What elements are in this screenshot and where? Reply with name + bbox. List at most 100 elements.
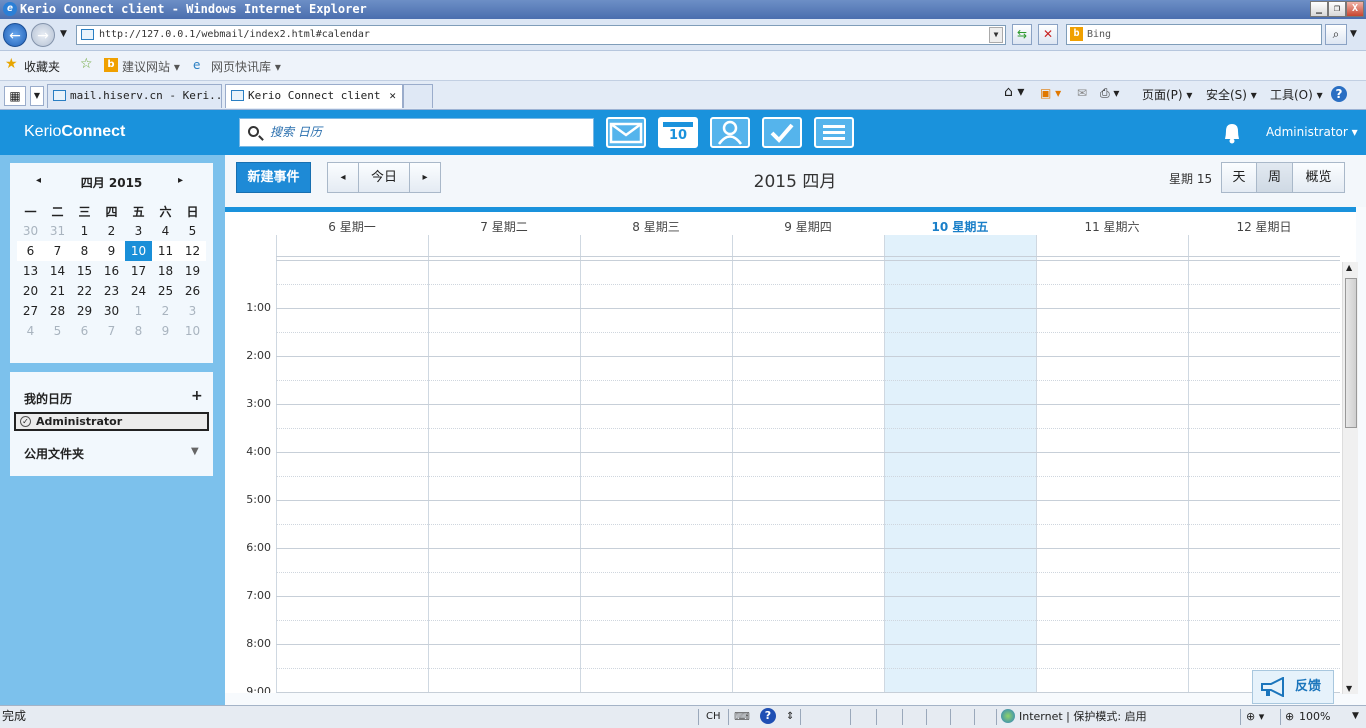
mini-calendar-day[interactable]: 2 bbox=[98, 221, 125, 241]
mini-calendar-day[interactable]: 27 bbox=[17, 301, 44, 321]
notifications-bell-icon[interactable] bbox=[1221, 121, 1243, 145]
day-column[interactable] bbox=[732, 235, 884, 693]
search-input[interactable]: b Bing bbox=[1066, 24, 1322, 45]
mini-calendar-day[interactable]: 21 bbox=[44, 281, 71, 301]
back-button[interactable]: ← bbox=[3, 23, 27, 47]
mini-calendar-day[interactable]: 1 bbox=[125, 301, 152, 321]
today-button[interactable]: 今日 bbox=[358, 162, 410, 193]
print-icon[interactable]: ⎙ ▾ bbox=[1100, 86, 1119, 101]
mini-calendar-day[interactable]: 31 bbox=[44, 221, 71, 241]
scroll-down-icon[interactable]: ▼ bbox=[1346, 684, 1352, 693]
mini-calendar-day[interactable]: 26 bbox=[179, 281, 206, 301]
keyboard-icon[interactable]: ⌨ bbox=[734, 706, 750, 727]
calendar-app-button[interactable]: 10 bbox=[658, 117, 698, 148]
next-period-button[interactable]: ▸ bbox=[409, 162, 441, 193]
mini-calendar-day[interactable]: 17 bbox=[125, 261, 152, 281]
mini-calendar-day[interactable]: 7 bbox=[44, 241, 71, 261]
stop-icon[interactable]: ✕ bbox=[1038, 24, 1058, 45]
mini-calendar-day[interactable]: 15 bbox=[71, 261, 98, 281]
feedback-button[interactable]: 反馈 bbox=[1252, 670, 1334, 704]
day-column[interactable] bbox=[1036, 235, 1188, 693]
scroll-up-icon[interactable]: ▲ bbox=[1346, 263, 1352, 272]
tab-kerio[interactable]: Kerio Connect client ✕ bbox=[225, 84, 403, 108]
web-slice-link[interactable]: 网页快讯库 ▾ bbox=[211, 58, 281, 75]
mini-calendar-day[interactable]: 16 bbox=[98, 261, 125, 281]
mini-calendar-day[interactable]: 22 bbox=[71, 281, 98, 301]
zoom-icon[interactable]: ⊕ bbox=[1285, 706, 1294, 727]
language-indicator[interactable]: CH bbox=[706, 706, 721, 727]
zoom-dropdown-icon[interactable]: ▼ bbox=[1352, 706, 1359, 727]
add-favorite-icon[interactable]: ☆ bbox=[80, 56, 93, 72]
forward-button[interactable]: → bbox=[31, 23, 55, 47]
mini-calendar-day[interactable]: 10 bbox=[179, 321, 206, 341]
mini-calendar-day[interactable]: 30 bbox=[98, 301, 125, 321]
mini-calendar-day[interactable]: 20 bbox=[17, 281, 44, 301]
day-header[interactable]: 12 星期日 bbox=[1188, 218, 1340, 235]
notes-app-button[interactable] bbox=[814, 117, 854, 148]
view-day-button[interactable]: 天 bbox=[1221, 162, 1257, 193]
day-column[interactable] bbox=[276, 235, 428, 693]
mail-app-button[interactable] bbox=[606, 117, 646, 148]
mini-calendar-day[interactable]: 12 bbox=[179, 241, 206, 261]
address-dropdown-icon[interactable]: ▼ bbox=[989, 27, 1003, 43]
mini-calendar-day[interactable]: 9 bbox=[98, 241, 125, 261]
mini-next-month-icon[interactable]: ▸ bbox=[178, 175, 183, 186]
mini-calendar-day[interactable]: 13 bbox=[17, 261, 44, 281]
mini-calendar-day[interactable]: 8 bbox=[71, 241, 98, 261]
day-column[interactable] bbox=[1188, 235, 1340, 693]
restore-button[interactable]: ❐ bbox=[1328, 1, 1346, 17]
day-header[interactable]: 11 星期六 bbox=[1036, 218, 1188, 235]
day-header[interactable]: 8 星期三 bbox=[580, 218, 732, 235]
day-column[interactable] bbox=[884, 235, 1036, 693]
day-header[interactable]: 7 星期二 bbox=[428, 218, 580, 235]
safety-menu[interactable]: 安全(S) ▾ bbox=[1206, 86, 1257, 103]
day-header[interactable]: 10 星期五 bbox=[884, 218, 1036, 235]
mini-calendar-day[interactable]: 4 bbox=[17, 321, 44, 341]
mini-calendar-day[interactable]: 3 bbox=[179, 301, 206, 321]
calendar-search-input[interactable]: 搜索 日历 bbox=[239, 118, 594, 147]
mini-calendar-day[interactable]: 11 bbox=[152, 241, 179, 261]
history-dropdown-icon[interactable]: ▼ bbox=[60, 29, 67, 39]
mini-calendar-day[interactable]: 8 bbox=[125, 321, 152, 341]
security-icon[interactable]: ⊕ ▾ bbox=[1246, 706, 1264, 727]
close-tab-icon[interactable]: ✕ bbox=[389, 85, 396, 107]
quick-tabs-icon[interactable]: ▦ bbox=[4, 86, 26, 106]
mini-calendar-day[interactable]: 6 bbox=[71, 321, 98, 341]
refresh-icon[interactable]: ⇆ bbox=[1012, 24, 1032, 45]
suggested-sites-link[interactable]: 建议网站 ▾ bbox=[122, 58, 180, 75]
help-icon[interactable]: ? bbox=[1331, 86, 1347, 102]
read-mail-icon[interactable]: ✉ bbox=[1077, 86, 1087, 100]
tools-menu[interactable]: 工具(O) ▾ bbox=[1270, 86, 1323, 103]
home-icon[interactable]: ⌂ ▾ bbox=[1004, 84, 1024, 100]
tasks-app-button[interactable] bbox=[762, 117, 802, 148]
mini-calendar-day[interactable]: 18 bbox=[152, 261, 179, 281]
mini-calendar-day[interactable]: 2 bbox=[152, 301, 179, 321]
search-options-icon[interactable]: ▼ bbox=[1350, 29, 1357, 39]
mini-calendar-day[interactable]: 5 bbox=[44, 321, 71, 341]
view-week-button[interactable]: 周 bbox=[1256, 162, 1293, 193]
prev-period-button[interactable]: ◂ bbox=[327, 162, 359, 193]
mini-calendar-day[interactable]: 25 bbox=[152, 281, 179, 301]
checkbox-icon[interactable]: ✓ bbox=[20, 416, 31, 427]
day-column[interactable] bbox=[428, 235, 580, 693]
minimize-button[interactable]: _ bbox=[1310, 1, 1328, 17]
mini-calendar-day[interactable]: 1 bbox=[71, 221, 98, 241]
view-overview-button[interactable]: 概览 bbox=[1292, 162, 1345, 193]
day-header[interactable]: 9 星期四 bbox=[732, 218, 884, 235]
search-go-icon[interactable]: ⌕ bbox=[1325, 24, 1347, 45]
tab-list-icon[interactable]: ▼ bbox=[30, 86, 44, 106]
mini-calendar-day[interactable]: 10 bbox=[125, 241, 152, 261]
mini-calendar-day[interactable]: 3 bbox=[125, 221, 152, 241]
mini-calendar-day[interactable]: 4 bbox=[152, 221, 179, 241]
scroll-thumb[interactable] bbox=[1345, 278, 1357, 428]
mini-calendar-day[interactable]: 9 bbox=[152, 321, 179, 341]
contacts-app-button[interactable] bbox=[710, 117, 750, 148]
feeds-icon[interactable]: ▣ ▾ bbox=[1040, 86, 1061, 100]
mini-calendar-day[interactable]: 19 bbox=[179, 261, 206, 281]
week-grid[interactable]: 1:00 2:00 3:00 4:00 5:00 6:00 7:00 8:00 9:00 bbox=[225, 235, 1356, 693]
calendar-item-administrator[interactable]: ✓ Administrator bbox=[14, 412, 209, 431]
mini-calendar-day[interactable]: 29 bbox=[71, 301, 98, 321]
mini-calendar-day[interactable]: 5 bbox=[179, 221, 206, 241]
address-bar[interactable]: http://127.0.0.1/webmail/index2.html#cal… bbox=[76, 25, 1006, 45]
help-icon[interactable]: ? bbox=[760, 708, 776, 724]
